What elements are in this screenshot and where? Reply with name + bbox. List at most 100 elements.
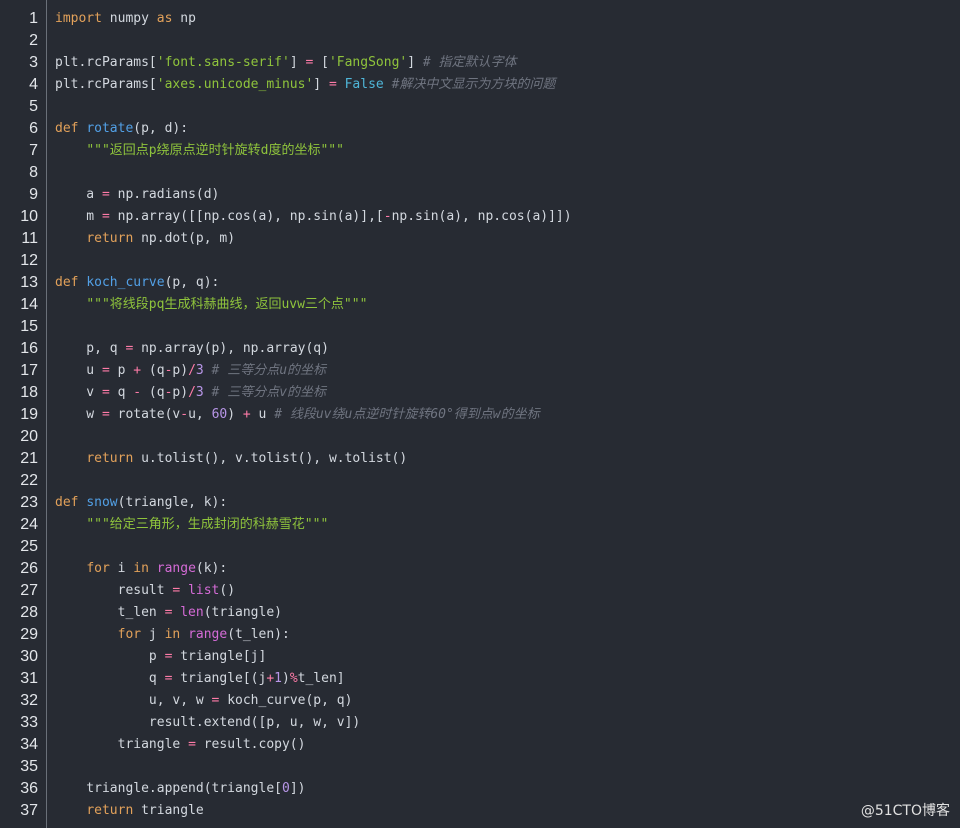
code-token: - — [383, 209, 392, 224]
code-line: 12 — [0, 250, 960, 272]
code-token: False — [344, 77, 384, 92]
code-token: / — [188, 385, 196, 400]
code-line: 33 result.extend([p, u, w, v]) — [0, 712, 960, 734]
code-token: 3 — [195, 363, 204, 378]
code-token: = — [101, 385, 110, 400]
code-token: len — [180, 605, 204, 620]
code-token: rotate — [86, 121, 134, 136]
code-token: = — [188, 737, 196, 752]
code-line: 27 result = list() — [0, 580, 960, 602]
code-line: 17 u = p + (q-p)/3 # 三等分点u的坐标 — [0, 360, 960, 382]
code-text: p = triangle[j] — [55, 646, 266, 668]
line-number: 34 — [20, 736, 38, 753]
code-token: q — [109, 385, 134, 400]
line-number: 19 — [20, 406, 38, 423]
code-line: 22 — [0, 470, 960, 492]
code-token: 0 — [281, 781, 290, 796]
code-token: range — [188, 627, 228, 642]
code-token: m — [55, 209, 102, 224]
code-token: (triangle, k): — [117, 495, 228, 510]
code-token: = — [101, 187, 110, 202]
code-token: np.dot(p, m) — [133, 231, 236, 246]
code-line: 35 — [0, 756, 960, 778]
code-token: (p, d): — [133, 121, 189, 136]
code-token: u.tolist(), v.tolist(), w.tolist() — [133, 451, 408, 466]
code-token: triangle.append(triangle[ — [55, 781, 282, 796]
code-text: plt.rcParams['font.sans-serif'] = ['Fang… — [55, 52, 517, 74]
code-text: w = rotate(v-u, 60) + u # 线段uv绕u点逆时针旋转60… — [55, 404, 539, 426]
code-text: triangle.append(triangle[0]) — [55, 778, 305, 800]
code-token: p, q — [55, 341, 126, 356]
code-text: return triangle — [55, 800, 204, 822]
code-line: 24 """给定三角形，生成封闭的科赫雪花""" — [0, 514, 960, 536]
code-token: = — [328, 77, 337, 92]
code-token: ]) — [289, 781, 306, 796]
code-token: (p, q): — [164, 275, 220, 290]
code-text: def snow(triangle, k): — [55, 492, 227, 514]
code-token: v — [55, 385, 102, 400]
code-token: import — [55, 11, 102, 26]
code-token: triangle — [133, 803, 204, 818]
code-token: result.extend([p, u, w, v]) — [55, 715, 361, 730]
line-number: 23 — [20, 494, 38, 511]
code-token: np.sin(a), np.cos(a)]]) — [391, 209, 572, 224]
line-number: 11 — [21, 230, 38, 247]
code-token: u — [55, 363, 102, 378]
code-line: 8 — [0, 162, 960, 184]
code-line: 20 — [0, 426, 960, 448]
code-line: 11 return np.dot(p, m) — [0, 228, 960, 250]
line-number: 26 — [20, 560, 38, 577]
code-token: in — [164, 627, 181, 642]
code-text: p, q = np.array(p), np.array(q) — [55, 338, 329, 360]
code-text: result.extend([p, u, w, v]) — [55, 712, 360, 734]
code-token: koch_curve(p, q) — [219, 693, 353, 708]
line-number: 28 — [20, 604, 38, 621]
code-token: result.copy() — [195, 737, 306, 752]
code-line: 3 plt.rcParams['font.sans-serif'] = ['Fan… — [0, 52, 960, 74]
code-line: 23 def snow(triangle, k): — [0, 492, 960, 514]
code-text: q = triangle[(j+1)%t_len] — [55, 668, 345, 690]
line-number: 31 — [20, 670, 38, 687]
code-token: % — [289, 671, 298, 686]
code-text: triangle = result.copy() — [55, 734, 306, 756]
code-token: def — [55, 495, 79, 510]
code-token: u — [250, 407, 275, 422]
code-text: result = list() — [55, 580, 235, 602]
code-line: 4 plt.rcParams['axes.unicode_minus'] = Fa… — [0, 74, 960, 96]
code-token: # 指定默认字体 — [422, 55, 517, 70]
line-number: 25 — [20, 538, 38, 555]
code-text: u = p + (q-p)/3 # 三等分点u的坐标 — [55, 360, 326, 382]
code-line: 28 t_len = len(triangle) — [0, 602, 960, 624]
code-line: 14 """将线段pq生成科赫曲线，返回uvw三个点""" — [0, 294, 960, 316]
code-token: for — [117, 627, 142, 642]
code-lines: 1 import numpy as np 2 3 plt.rcParams['font.… — [0, 8, 960, 822]
line-number: 20 — [20, 428, 38, 445]
code-text: return np.dot(p, m) — [55, 228, 235, 250]
line-number: 13 — [20, 274, 38, 291]
code-token: ] — [313, 77, 329, 92]
code-token: as — [156, 11, 173, 26]
line-number: 27 — [20, 582, 38, 599]
line-number: 1 — [29, 10, 38, 27]
code-token: triangle[(j — [172, 671, 267, 686]
code-token: #解决中文显示为方块的问题 — [383, 77, 556, 92]
line-number: 24 — [20, 516, 38, 533]
code-line: 30 p = triangle[j] — [0, 646, 960, 668]
code-token: i — [109, 561, 134, 576]
code-token: ] — [289, 55, 306, 70]
code-token: p — [55, 649, 165, 664]
code-line: 2 — [0, 30, 960, 52]
code-line: 31 q = triangle[(j+1)%t_len] — [0, 668, 960, 690]
code-text: def rotate(p, d): — [55, 118, 188, 140]
code-editor[interactable]: 1 import numpy as np 2 3 plt.rcParams['font.… — [0, 0, 960, 828]
code-token: 'font.sans-serif' — [156, 55, 290, 70]
code-line: 5 — [0, 96, 960, 118]
line-number: 17 — [20, 362, 38, 379]
code-text: """给定三角形，生成封闭的科赫雪花""" — [55, 514, 328, 536]
line-number: 8 — [29, 164, 38, 181]
line-number: 22 — [20, 472, 38, 489]
